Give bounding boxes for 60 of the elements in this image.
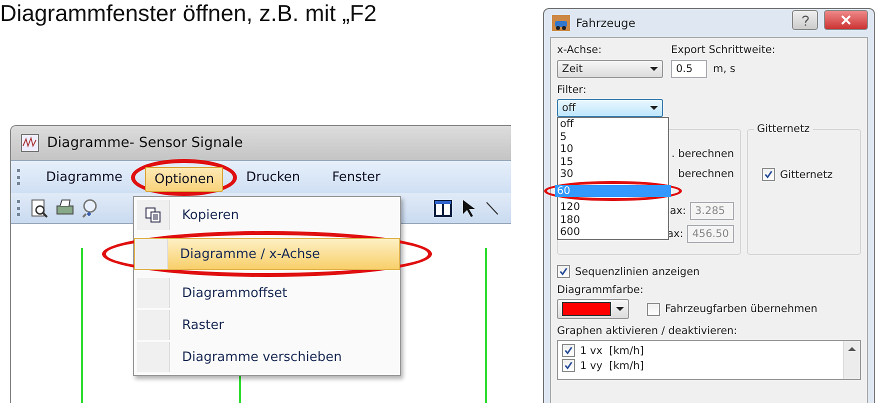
menu-item[interactable]: Optionen: [145, 166, 224, 192]
page-preview-icon[interactable]: [29, 198, 49, 218]
close-icon: [841, 15, 851, 25]
group-title: Gitternetz: [754, 123, 813, 135]
color-picker[interactable]: [557, 299, 629, 319]
checkbox-label: Fahrzeugfarben übernehmen: [665, 303, 818, 315]
field-label: x-Achse:: [557, 44, 603, 56]
list-item[interactable]: 1 vy [km/h]: [580, 360, 644, 372]
list-option[interactable]: 600: [558, 226, 668, 238]
field-label: ax:: [670, 205, 686, 217]
checkbox[interactable]: [562, 359, 575, 372]
help-button[interactable]: [792, 10, 818, 30]
menu-item[interactable]: Drucken: [237, 164, 310, 190]
input-field[interactable]: 0.5: [671, 60, 707, 78]
copy-icon: [145, 207, 161, 223]
unit-label: m, s: [713, 63, 736, 75]
field-label: Graphen aktivieren / deaktivieren:: [557, 325, 738, 337]
car-icon: [552, 15, 570, 31]
grid-icon[interactable]: [433, 198, 453, 218]
caret-icon: [616, 307, 624, 311]
x-axis-dropdown[interactable]: Zeit: [557, 60, 663, 78]
menu-item[interactable]: Fenster: [323, 164, 390, 190]
checkbox[interactable]: [762, 168, 775, 181]
menu-item[interactable]: Diagrammoffset: [136, 277, 398, 309]
grip-icon: [17, 169, 23, 185]
checkbox-label: Sequenzlinien anzeigen: [575, 266, 700, 278]
grip-icon: [17, 200, 23, 216]
menu-item[interactable]: Raster: [136, 309, 398, 341]
window-title: Fahrzeuge: [576, 16, 636, 30]
filter-dropdown[interactable]: off: [557, 99, 663, 117]
field-label: berechnen: [678, 168, 734, 180]
checkbox[interactable]: [562, 344, 575, 357]
caret-icon: [650, 67, 658, 71]
field-label: Filter:: [557, 84, 586, 96]
list-option[interactable]: 30: [558, 168, 668, 180]
checkbox-label: Gitternetz: [780, 168, 833, 180]
list-option[interactable]: 180: [558, 214, 668, 226]
field-label: Diagrammfarbe:: [557, 284, 644, 296]
help-icon: [800, 14, 810, 26]
chart-icon: [21, 134, 39, 152]
scroll-up-icon[interactable]: [848, 347, 856, 351]
field-label: . berechnen: [671, 148, 734, 160]
menu-item[interactable]: Kopieren: [136, 199, 398, 231]
checkbox[interactable]: [557, 265, 570, 278]
list-option[interactable]: 5: [558, 130, 668, 143]
list-option[interactable]: off: [558, 118, 668, 130]
list-option[interactable]: 120: [558, 201, 668, 214]
caret-icon: [650, 106, 658, 110]
close-button[interactable]: [824, 10, 868, 30]
menu-item[interactable]: Diagramme verschieben: [136, 341, 398, 373]
field-label: Export Schrittweite:: [671, 44, 776, 56]
menu-item[interactable]: Diagramme / x-Achse: [134, 238, 400, 270]
list-option[interactable]: 15: [558, 156, 668, 168]
window-title: Diagramme- Sensor Signale: [47, 135, 243, 151]
list-item[interactable]: 1 vx [km/h]: [580, 344, 644, 356]
list-option[interactable]: 10: [558, 143, 668, 156]
menu-item[interactable]: Diagramme: [37, 164, 132, 190]
heading-text: Diagrammfenster öffnen, z.B. mit „F2: [0, 0, 377, 27]
checkbox[interactable]: [647, 302, 660, 316]
scrollbar[interactable]: [843, 341, 860, 379]
